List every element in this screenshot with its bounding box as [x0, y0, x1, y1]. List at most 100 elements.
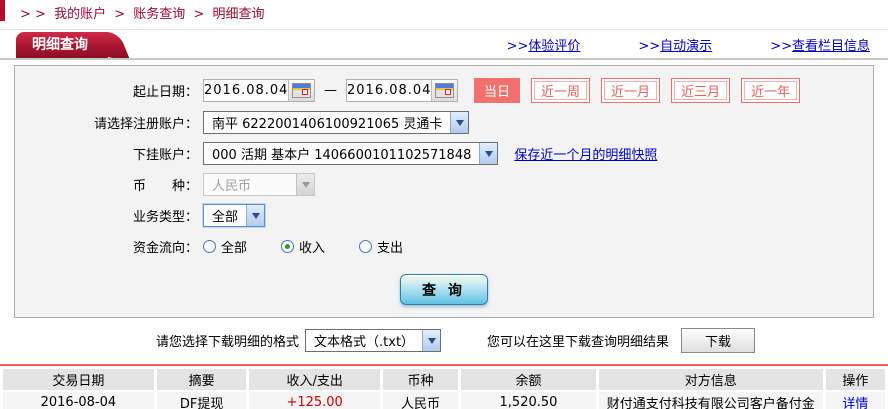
query-form-panel: 起止日期： 2016.08.04 — 2016.08.04 当日 近一周 近一月… [14, 65, 874, 318]
header-counterparty: 对方信息 [598, 369, 823, 390]
link-label: 自动演示 [660, 38, 713, 54]
date-range-row: 起止日期： 2016.08.04 — 2016.08.04 当日 近一周 近一月… [15, 78, 873, 103]
radio-label: 全部 [221, 240, 248, 256]
query-button[interactable]: 查 询 [400, 274, 488, 305]
cell-balance: 1,520.50 [461, 392, 596, 409]
fund-flow-row: 资金流向： 全部 收入 支出 [15, 234, 873, 258]
table-row: 2016-08-04 DF提现 +125.00 人民币 1,520.50 财付通… [3, 392, 885, 409]
header-summary: 摘要 [156, 369, 247, 390]
link-view-column-info[interactable]: >>查看栏目信息 [770, 35, 870, 54]
table-header-row: 交易日期 摘要 收入/支出 币种 余额 对方信息 操作 [3, 369, 885, 390]
sub-account-select[interactable]: 000 活期 基本户 1406600101102571848 [203, 141, 499, 165]
date-from-value: 2016.08.04 [204, 83, 289, 98]
download-format-value: 文本格式（.txt） [314, 335, 415, 350]
currency-label: 币 种： [132, 178, 198, 194]
period-button-last-week[interactable]: 近一周 [531, 78, 591, 103]
period-button-last-month[interactable]: 近一月 [601, 78, 661, 103]
fund-flow-label: 资金流向： [132, 240, 198, 256]
breadcrumb: > > 我的账户 > 账务查询 > 明细查询 [0, 0, 888, 30]
cell-action: 详情 [825, 392, 885, 409]
detail-query-page: > > 我的账户 > 账务查询 > 明细查询 明细查询 >>体验评价 >>自动演… [0, 0, 888, 409]
tab-bar: 明细查询 >>体验评价 >>自动演示 >>查看栏目信息 [0, 30, 888, 60]
biz-type-select[interactable]: 全部 [203, 203, 266, 227]
header-balance: 余额 [461, 369, 596, 390]
save-snapshot-link[interactable]: 保存近一个月的明细快照 [514, 144, 657, 163]
download-row: 请您选择下载明细的格式 文本格式（.txt） 您可以在这里下载查询明细结果 下载 [156, 328, 888, 353]
chevron-down-icon [296, 173, 314, 195]
period-button-today[interactable]: 当日 [474, 78, 521, 103]
radio-icon [359, 239, 373, 253]
breadcrumb-item-account-query[interactable]: 账务查询 [133, 7, 185, 22]
date-to-picker-button[interactable] [431, 80, 458, 101]
register-account-select[interactable]: 南平 6222001406100921065 灵通卡 [203, 110, 470, 134]
detail-link[interactable]: 详情 [842, 397, 868, 409]
download-button[interactable]: 下载 [681, 328, 756, 353]
register-account-value: 南平 6222001406100921065 灵通卡 [212, 116, 443, 132]
register-account-row: 请选择注册账户： 南平 6222001406100921065 灵通卡 [15, 110, 873, 134]
breadcrumb-separator: > [193, 7, 205, 22]
radio-expense[interactable]: 支出 [359, 237, 403, 256]
chevron-down-icon [479, 142, 498, 164]
currency-value: 人民币 [212, 178, 252, 194]
radio-label: 收入 [299, 240, 326, 256]
radio-icon [281, 239, 295, 253]
period-button-last-3-months[interactable]: 近三月 [671, 78, 731, 103]
date-from-field[interactable]: 2016.08.04 [203, 79, 315, 102]
header-action: 操作 [825, 369, 885, 390]
tab-detail-query[interactable]: 明细查询 [16, 32, 108, 58]
radio-label: 支出 [377, 240, 404, 256]
currency-select: 人民币 [203, 172, 315, 196]
date-to-field[interactable]: 2016.08.04 [346, 79, 458, 102]
result-table: 交易日期 摘要 收入/支出 币种 余额 对方信息 操作 2016-08-04 D… [0, 367, 888, 409]
chevron-down-icon [422, 330, 441, 351]
link-prefix: >> [770, 38, 792, 54]
top-links: >>体验评价 >>自动演示 >>查看栏目信息 [507, 35, 888, 54]
fund-flow-radio-group: 全部 收入 支出 [203, 237, 403, 256]
header-income-expense: 收入/支出 [249, 369, 380, 390]
sub-account-value: 000 活期 基本户 1406600101102571848 [212, 147, 472, 163]
breadcrumb-separator: > [114, 7, 126, 22]
calendar-icon [292, 83, 312, 98]
chevron-down-icon [450, 111, 469, 133]
link-auto-demo[interactable]: >>自动演示 [638, 35, 712, 54]
date-from-picker-button[interactable] [288, 80, 315, 101]
radio-all[interactable]: 全部 [203, 237, 247, 256]
sub-account-row: 下挂账户： 000 活期 基本户 1406600101102571848 保存近… [15, 141, 873, 165]
cell-trade-date: 2016-08-04 [3, 392, 154, 409]
result-table-section: 交易日期 摘要 收入/支出 币种 余额 对方信息 操作 2016-08-04 D… [0, 364, 888, 409]
date-to-value: 2016.08.04 [347, 83, 432, 98]
cell-amount: +125.00 [249, 392, 380, 409]
breadcrumb-item-detail-query[interactable]: 明细查询 [212, 7, 264, 22]
biz-type-value: 全部 [212, 209, 239, 225]
link-experience-feedback[interactable]: >>体验评价 [507, 35, 581, 54]
cell-summary: DF提现 [156, 392, 247, 409]
link-label: 体验评价 [528, 38, 581, 54]
biz-type-row: 业务类型： 全部 [15, 203, 873, 227]
tab-title: 明细查询 [32, 37, 88, 53]
date-range-dash: — [324, 83, 337, 98]
radio-icon [203, 239, 216, 253]
download-format-label: 请您选择下载明细的格式 [156, 335, 300, 350]
calendar-icon [435, 83, 455, 98]
download-format-select[interactable]: 文本格式（.txt） [305, 329, 442, 352]
left-accent-bar [0, 0, 5, 21]
download-hint: 您可以在这里下载查询明细结果 [487, 335, 670, 350]
header-currency: 币种 [382, 369, 459, 390]
breadcrumb-prefix: > > [20, 7, 46, 22]
biz-type-label: 业务类型： [132, 209, 198, 225]
link-label: 查看栏目信息 [791, 38, 870, 54]
period-button-last-year[interactable]: 近一年 [741, 78, 801, 103]
query-button-row: 查 询 [15, 274, 873, 305]
date-range-label: 起止日期： [132, 85, 198, 100]
period-quick-buttons: 当日 近一周 近一月 近三月 近一年 [474, 78, 801, 103]
radio-income[interactable]: 收入 [281, 237, 325, 256]
header-trade-date: 交易日期 [3, 369, 154, 390]
cell-currency: 人民币 [382, 392, 459, 409]
chevron-down-icon [246, 204, 265, 226]
currency-row: 币 种： 人民币 [15, 172, 873, 196]
link-prefix: >> [506, 38, 529, 54]
sub-account-label: 下挂账户： [132, 147, 198, 163]
breadcrumb-item-my-account[interactable]: 我的账户 [54, 7, 106, 22]
register-account-label: 请选择注册账户： [93, 116, 198, 132]
link-prefix: >> [638, 38, 661, 54]
